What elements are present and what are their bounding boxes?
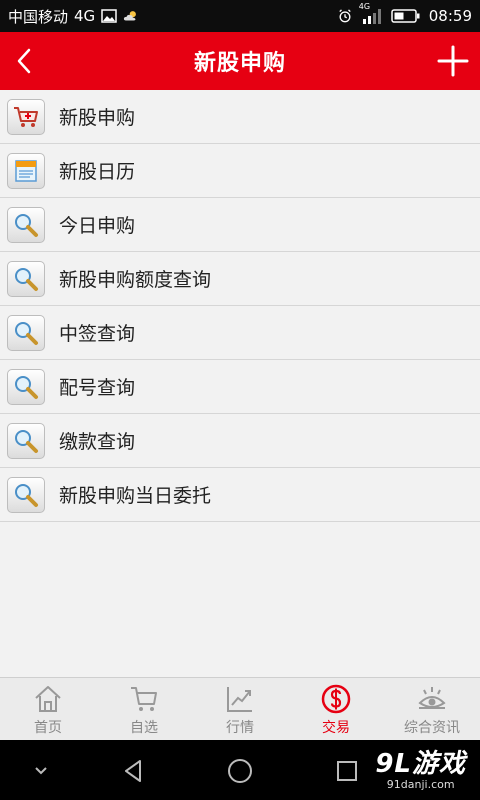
list-item[interactable]: 新股申购 (0, 90, 480, 144)
image-icon (101, 9, 117, 23)
eye-icon (418, 687, 446, 709)
list-item[interactable]: 配号查询 (0, 360, 480, 414)
tab-home[interactable]: 首页 (0, 678, 96, 740)
signal-network-label: 4G (358, 2, 371, 11)
list-item[interactable]: 新股申购当日委托 (0, 468, 480, 522)
calendar-icon (7, 152, 45, 189)
list-item-label: 缴款查询 (59, 431, 136, 453)
carrier-name: 中国移动 (8, 7, 69, 26)
tab-market[interactable]: 行情 (192, 678, 288, 740)
list-item-label: 今日申购 (59, 215, 136, 237)
dollar-icon (321, 684, 351, 714)
magnifier-icon (7, 422, 45, 459)
nav-back-icon[interactable] (118, 756, 148, 786)
tab-trade[interactable]: 交易 (288, 678, 384, 740)
list-item-label: 中签查询 (59, 323, 136, 345)
shopping-cart-icon (7, 98, 45, 135)
tab-label: 自选 (130, 720, 158, 736)
site-watermark: 9L游戏 91danji.com (375, 750, 466, 792)
list-item[interactable]: 新股申购额度查询 (0, 252, 480, 306)
title-bar: 新股申购 (0, 32, 480, 90)
list-item-label: 新股申购 (59, 107, 136, 129)
status-bar: 中国移动 4G 4G 08:59 (0, 0, 480, 32)
weather-icon (124, 11, 137, 21)
chart-icon (227, 687, 252, 712)
cart-icon (131, 687, 157, 711)
list-item-label: 新股申购当日委托 (59, 485, 212, 507)
list-item[interactable]: 中签查询 (0, 306, 480, 360)
list-item[interactable]: 今日申购 (0, 198, 480, 252)
nav-recents-icon[interactable] (332, 756, 362, 786)
tab-label: 首页 (34, 720, 62, 736)
nav-home-icon[interactable] (225, 756, 255, 786)
tab-label: 综合资讯 (404, 720, 460, 736)
magnifier-icon (7, 314, 45, 351)
battery-icon (391, 9, 420, 23)
tab-news[interactable]: 综合资讯 (384, 678, 480, 740)
list-item-label: 新股日历 (59, 161, 136, 183)
alarm-clock-icon (339, 9, 351, 23)
tab-label: 行情 (226, 720, 254, 736)
menu-list: 新股申购 新股日历 今日申购 新股申购额度查询 中签查询 配号查询 缴款查询 新… (0, 90, 480, 522)
magnifier-icon (7, 206, 45, 243)
magnifier-icon (7, 368, 45, 405)
network-type: 4G (74, 7, 96, 25)
page-title: 新股申购 (193, 51, 286, 76)
add-plus-icon[interactable] (434, 42, 472, 80)
watermark-site: 91danji.com (386, 778, 455, 791)
list-item[interactable]: 缴款查询 (0, 414, 480, 468)
list-item-label: 新股申购额度查询 (59, 269, 212, 291)
tab-watchlist[interactable]: 自选 (96, 678, 192, 740)
chevron-down-icon[interactable] (26, 756, 56, 786)
home-icon (35, 686, 61, 712)
signal-strength: 4G (359, 2, 383, 24)
watermark-brand: 9L游戏 (375, 749, 466, 779)
clock-time: 08:59 (428, 7, 472, 25)
tab-label: 交易 (322, 720, 350, 736)
magnifier-icon (7, 260, 45, 297)
back-arrow-icon[interactable] (8, 44, 42, 78)
bottom-tab-bar: 首页 自选 行情 交易 综合资讯 (0, 677, 480, 740)
magnifier-icon (7, 476, 45, 513)
list-item-label: 配号查询 (59, 377, 136, 399)
list-item[interactable]: 新股日历 (0, 144, 480, 198)
